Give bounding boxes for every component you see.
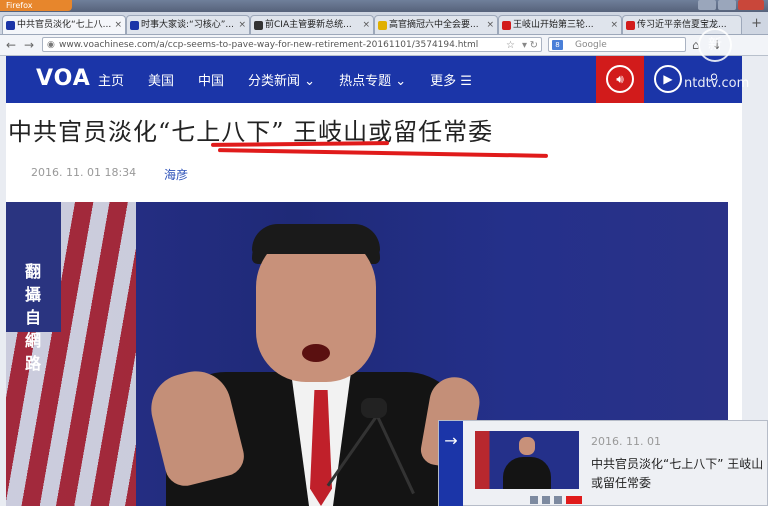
bookmark-star-icon[interactable]: ☆ — [506, 38, 515, 53]
ntdtv-text: ntdtv.com — [684, 76, 750, 91]
reload-icon[interactable]: ↻ — [530, 38, 538, 53]
voa-logo[interactable]: VOA — [36, 66, 91, 91]
close-tab-icon[interactable]: × — [362, 16, 370, 34]
audio-button[interactable]: 🔊︎ — [596, 56, 644, 103]
thumbnail-head — [519, 437, 535, 455]
addon-bar — [530, 494, 710, 506]
menu-item-more[interactable]: 更多 ☰ — [430, 70, 472, 89]
popup-title[interactable]: 中共官员淡化“七上八下” 王岐山或留任常委 — [591, 455, 768, 493]
addon-icon[interactable] — [554, 496, 562, 504]
tab-voa-discussion[interactable]: 时事大家谈:“习核心”... × — [126, 15, 250, 34]
play-icon: ▶ — [654, 65, 682, 93]
tab-label: 中共官员淡化“七上八... — [17, 20, 112, 30]
menu-item-topics[interactable]: 热点专题 ⌄ — [339, 70, 406, 89]
close-window-button[interactable] — [738, 0, 764, 10]
forward-arrow-icon[interactable]: → — [24, 37, 34, 53]
search-placeholder: Google — [575, 40, 607, 50]
ntdtv-logo-icon: 新 — [698, 28, 732, 62]
article-author[interactable]: 海彦 — [164, 166, 188, 183]
tab-label: 王岐山开始第三轮... — [513, 20, 594, 30]
speaker-icon: 🔊︎ — [606, 65, 634, 93]
popup-date: 2016. 11. 01 — [591, 435, 661, 448]
microphone — [361, 398, 387, 418]
tab-favicon-icon — [378, 21, 387, 30]
addon-red-icon[interactable] — [566, 496, 582, 504]
addon-icon[interactable] — [530, 496, 538, 504]
back-arrow-icon[interactable]: ← — [6, 37, 16, 53]
addon-icon[interactable] — [542, 496, 550, 504]
article-date: 2016. 11. 01 18:34 — [31, 166, 137, 179]
dropdown-arrow-icon[interactable]: ▾ — [522, 38, 527, 53]
tab-favicon-icon — [254, 21, 263, 30]
close-tab-icon[interactable]: × — [114, 16, 122, 34]
close-tab-icon[interactable]: × — [238, 16, 246, 34]
watermark-vertical-text: 翻 攝 自 網 路 — [24, 262, 41, 373]
arrow-right-icon[interactable]: → — [439, 421, 463, 506]
menu-item-usa[interactable]: 美国 — [148, 70, 174, 89]
search-engine-icon[interactable]: 8 — [552, 40, 563, 50]
tab-favicon-icon — [626, 21, 635, 30]
tab-favicon-icon — [6, 21, 15, 30]
tab-label: 时事大家谈:“习核心”... — [141, 20, 234, 30]
tab-favicon-icon — [130, 21, 139, 30]
popup-thumbnail[interactable] — [475, 431, 579, 489]
menu-item-home[interactable]: 主页 — [98, 70, 124, 89]
menu-item-categories[interactable]: 分类新闻 ⌄ — [248, 70, 315, 89]
tab-label: 前CIA主管要新总统... — [265, 20, 352, 30]
site-header: VOA 主页 美国 中国 分类新闻 ⌄ 热点专题 ⌄ 更多 ☰ 🔊︎ ▶ ⌕ — [6, 56, 742, 103]
firefox-menu-button[interactable]: Firefox — [0, 0, 72, 11]
tab-plenum[interactable]: 高官摘冠六中全会要... × — [374, 15, 498, 34]
window-titlebar: Firefox — [0, 0, 768, 12]
red-underline-marker — [217, 148, 549, 158]
search-bar[interactable]: 8 Google — [548, 37, 686, 52]
navigation-bar: ← → ◉ www.voachinese.com/a/ccp-seems-to-… — [0, 35, 768, 56]
new-tab-button[interactable]: + — [751, 15, 762, 32]
window-controls — [698, 0, 764, 11]
address-bar[interactable]: ◉ www.voachinese.com/a/ccp-seems-to-pave… — [42, 37, 542, 52]
tab-cia[interactable]: 前CIA主管要新总统... × — [250, 15, 374, 34]
tab-label: 高官摘冠六中全会要... — [389, 20, 479, 30]
tab-strip: 中共官员淡化“七上八... × 时事大家谈:“习核心”... × 前CIA主管要… — [0, 12, 768, 35]
speaker-hair-top — [252, 224, 380, 254]
minimize-button[interactable] — [698, 0, 716, 10]
speaker-mouth — [302, 344, 330, 362]
thumbnail-body — [503, 457, 551, 489]
globe-icon: ◉ — [47, 40, 55, 50]
tab-wang-qishan[interactable]: 王岐山开始第三轮... × — [498, 15, 622, 34]
url-text: www.voachinese.com/a/ccp-seems-to-pave-w… — [59, 40, 479, 50]
menu-item-china[interactable]: 中国 — [198, 70, 224, 89]
tab-favicon-icon — [502, 21, 511, 30]
site-menu: 主页 美国 中国 分类新闻 ⌄ 热点专题 ⌄ 更多 ☰ — [98, 56, 496, 103]
close-tab-icon[interactable]: × — [610, 16, 618, 34]
close-tab-icon[interactable]: × — [486, 16, 494, 34]
maximize-button[interactable] — [718, 0, 736, 10]
tab-voa-article[interactable]: 中共官员淡化“七上八... × — [2, 15, 126, 34]
